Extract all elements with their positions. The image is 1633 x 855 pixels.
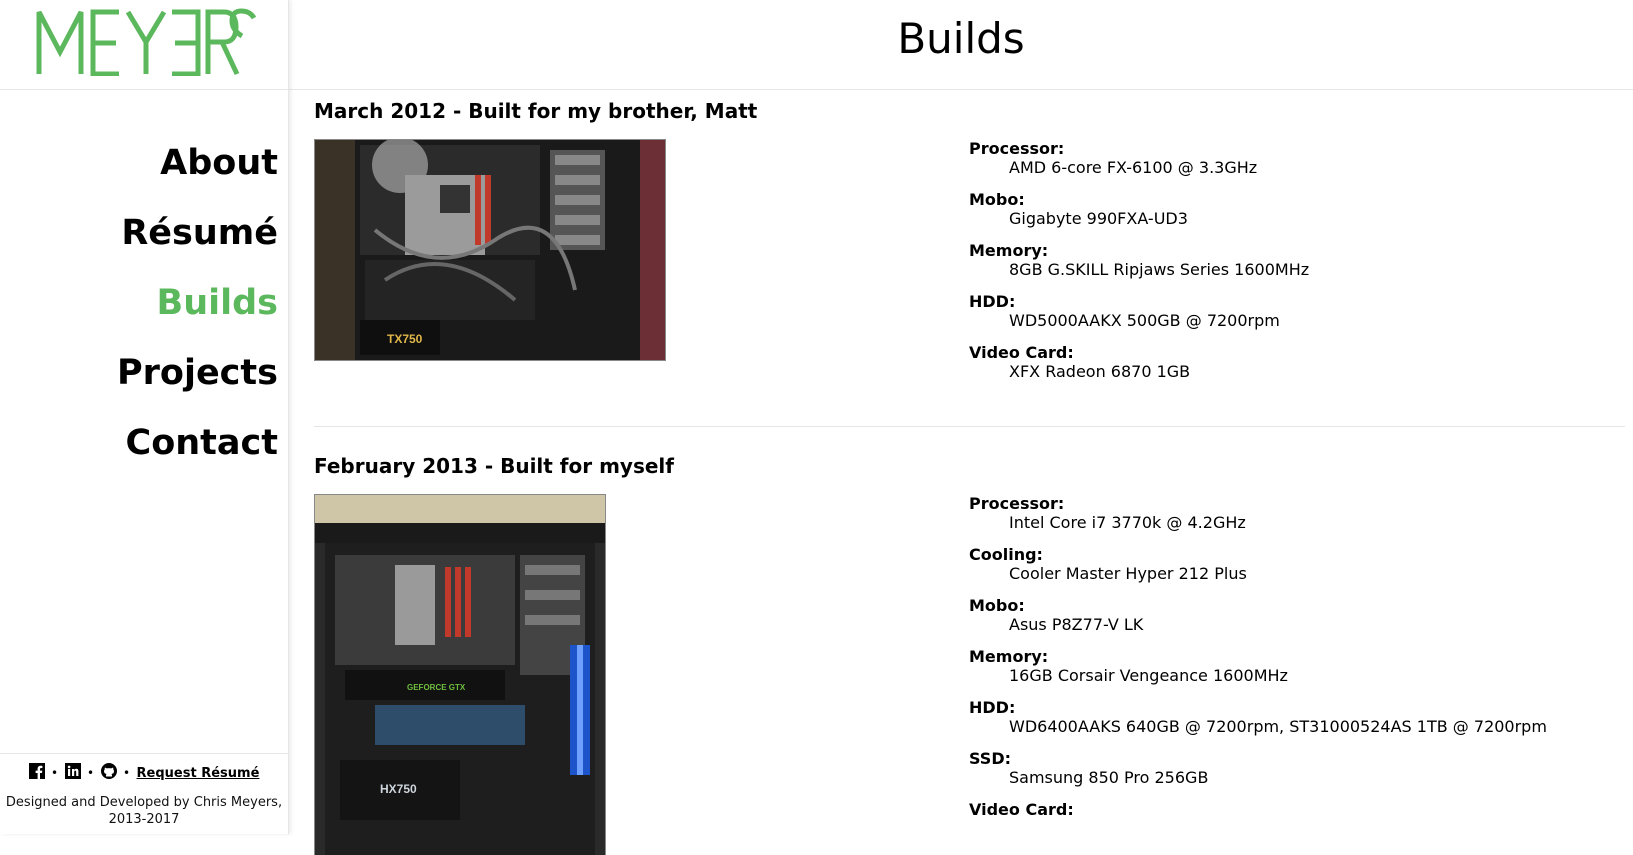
spec-label: Cooling: xyxy=(969,545,1043,564)
spec-item: Cooling: Cooler Master Hyper 212 Plus xyxy=(969,545,1547,583)
spec-label: Mobo: xyxy=(969,190,1025,209)
build-entry: March 2012 - Built for my brother, Matt … xyxy=(314,99,1625,381)
spec-value: XFX Radeon 6870 1GB xyxy=(1009,362,1191,381)
sidebar: About Résumé Builds Projects Contact • •… xyxy=(0,0,289,834)
spec-value: Cooler Master Hyper 212 Plus xyxy=(1009,564,1247,583)
psu-label: HX750 xyxy=(380,782,417,796)
nav-contact[interactable]: Contact xyxy=(117,408,278,478)
nav-resume[interactable]: Résumé xyxy=(117,198,278,268)
spec-label: HDD: xyxy=(969,698,1016,717)
spec-label: Video Card: xyxy=(969,343,1074,362)
spec-item: Processor: Intel Core i7 3770k @ 4.2GHz xyxy=(969,494,1547,532)
footer-divider xyxy=(0,753,288,754)
build-photo: GEFORCE GTX HX750 xyxy=(314,494,606,855)
spec-value: WD6400AAKS 640GB @ 7200rpm, ST31000524AS… xyxy=(1009,717,1547,736)
build-entry: February 2013 - Built for myself GEFORCE… xyxy=(314,454,1625,855)
spec-item: Processor: AMD 6-core FX-6100 @ 3.3GHz xyxy=(969,139,1309,177)
credit-line: Designed and Developed by Chris Meyers, xyxy=(5,795,283,810)
pc-build-image: TX750 xyxy=(315,140,665,360)
build-divider xyxy=(314,426,1625,427)
linkedin-icon[interactable] xyxy=(64,763,81,779)
spec-item: HDD: WD6400AAKS 640GB @ 7200rpm, ST31000… xyxy=(969,698,1547,736)
spec-list: Processor: Intel Core i7 3770k @ 4.2GHz … xyxy=(969,494,1547,832)
page-title: Builds xyxy=(897,14,1025,63)
github-icon[interactable] xyxy=(100,763,117,779)
spec-item: Mobo: Asus P8Z77-V LK xyxy=(969,596,1547,634)
build-title: March 2012 - Built for my brother, Matt xyxy=(314,99,758,123)
main-nav: About Résumé Builds Projects Contact xyxy=(117,128,278,478)
spec-label: SSD: xyxy=(969,749,1012,768)
build-photo: TX750 xyxy=(314,139,666,361)
spec-label: Processor: xyxy=(969,494,1065,513)
gpu-label: GEFORCE GTX xyxy=(407,683,466,692)
facebook-icon[interactable] xyxy=(28,763,45,779)
spec-item: HDD: WD5000AAKX 500GB @ 7200rpm xyxy=(969,292,1309,330)
spec-item: Mobo: Gigabyte 990FXA-UD3 xyxy=(969,190,1309,228)
nav-projects[interactable]: Projects xyxy=(117,338,278,408)
spec-label: Processor: xyxy=(969,139,1065,158)
spec-item: SSD: Samsung 850 Pro 256GB xyxy=(969,749,1547,787)
pc-build-image: GEFORCE GTX HX750 xyxy=(315,495,605,855)
social-links: • • • Request Résumé xyxy=(0,763,288,783)
separator-dot: • xyxy=(51,766,59,780)
spec-item: Video Card: xyxy=(969,800,1547,819)
request-resume-link[interactable]: Request Résumé xyxy=(137,766,260,781)
spec-label: Video Card: xyxy=(969,800,1074,819)
psu-label: TX750 xyxy=(387,332,423,346)
nav-about[interactable]: About xyxy=(117,128,278,198)
spec-value: 16GB Corsair Vengeance 1600MHz xyxy=(1009,666,1288,685)
spec-value: WD5000AAKX 500GB @ 7200rpm xyxy=(1009,311,1280,330)
spec-list: Processor: AMD 6-core FX-6100 @ 3.3GHz M… xyxy=(969,139,1309,394)
meyers-logo-icon xyxy=(36,8,256,76)
spec-value: Gigabyte 990FXA-UD3 xyxy=(1009,209,1188,228)
site-logo[interactable] xyxy=(36,8,256,76)
spec-label: Memory: xyxy=(969,241,1049,260)
credit-text: Designed and Developed by Chris Meyers, … xyxy=(0,794,288,828)
spec-value: 8GB G.SKILL Ripjaws Series 1600MHz xyxy=(1009,260,1310,279)
spec-item: Video Card: XFX Radeon 6870 1GB xyxy=(969,343,1309,381)
nav-builds[interactable]: Builds xyxy=(117,268,278,338)
spec-value: Samsung 850 Pro 256GB xyxy=(1009,768,1209,787)
sidebar-divider xyxy=(0,89,288,90)
spec-item: Memory: 8GB G.SKILL Ripjaws Series 1600M… xyxy=(969,241,1309,279)
spec-label: HDD: xyxy=(969,292,1016,311)
credit-years: 2013-2017 xyxy=(108,812,180,827)
spec-value: AMD 6-core FX-6100 @ 3.3GHz xyxy=(1009,158,1258,177)
spec-item: Memory: 16GB Corsair Vengeance 1600MHz xyxy=(969,647,1547,685)
separator-dot: • xyxy=(123,766,131,780)
spec-value: Asus P8Z77-V LK xyxy=(1009,615,1144,634)
spec-label: Memory: xyxy=(969,647,1049,666)
spec-label: Mobo: xyxy=(969,596,1025,615)
spec-value: Intel Core i7 3770k @ 4.2GHz xyxy=(1009,513,1246,532)
separator-dot: • xyxy=(87,766,95,780)
page-header: Builds xyxy=(289,0,1633,90)
build-title: February 2013 - Built for myself xyxy=(314,454,674,478)
